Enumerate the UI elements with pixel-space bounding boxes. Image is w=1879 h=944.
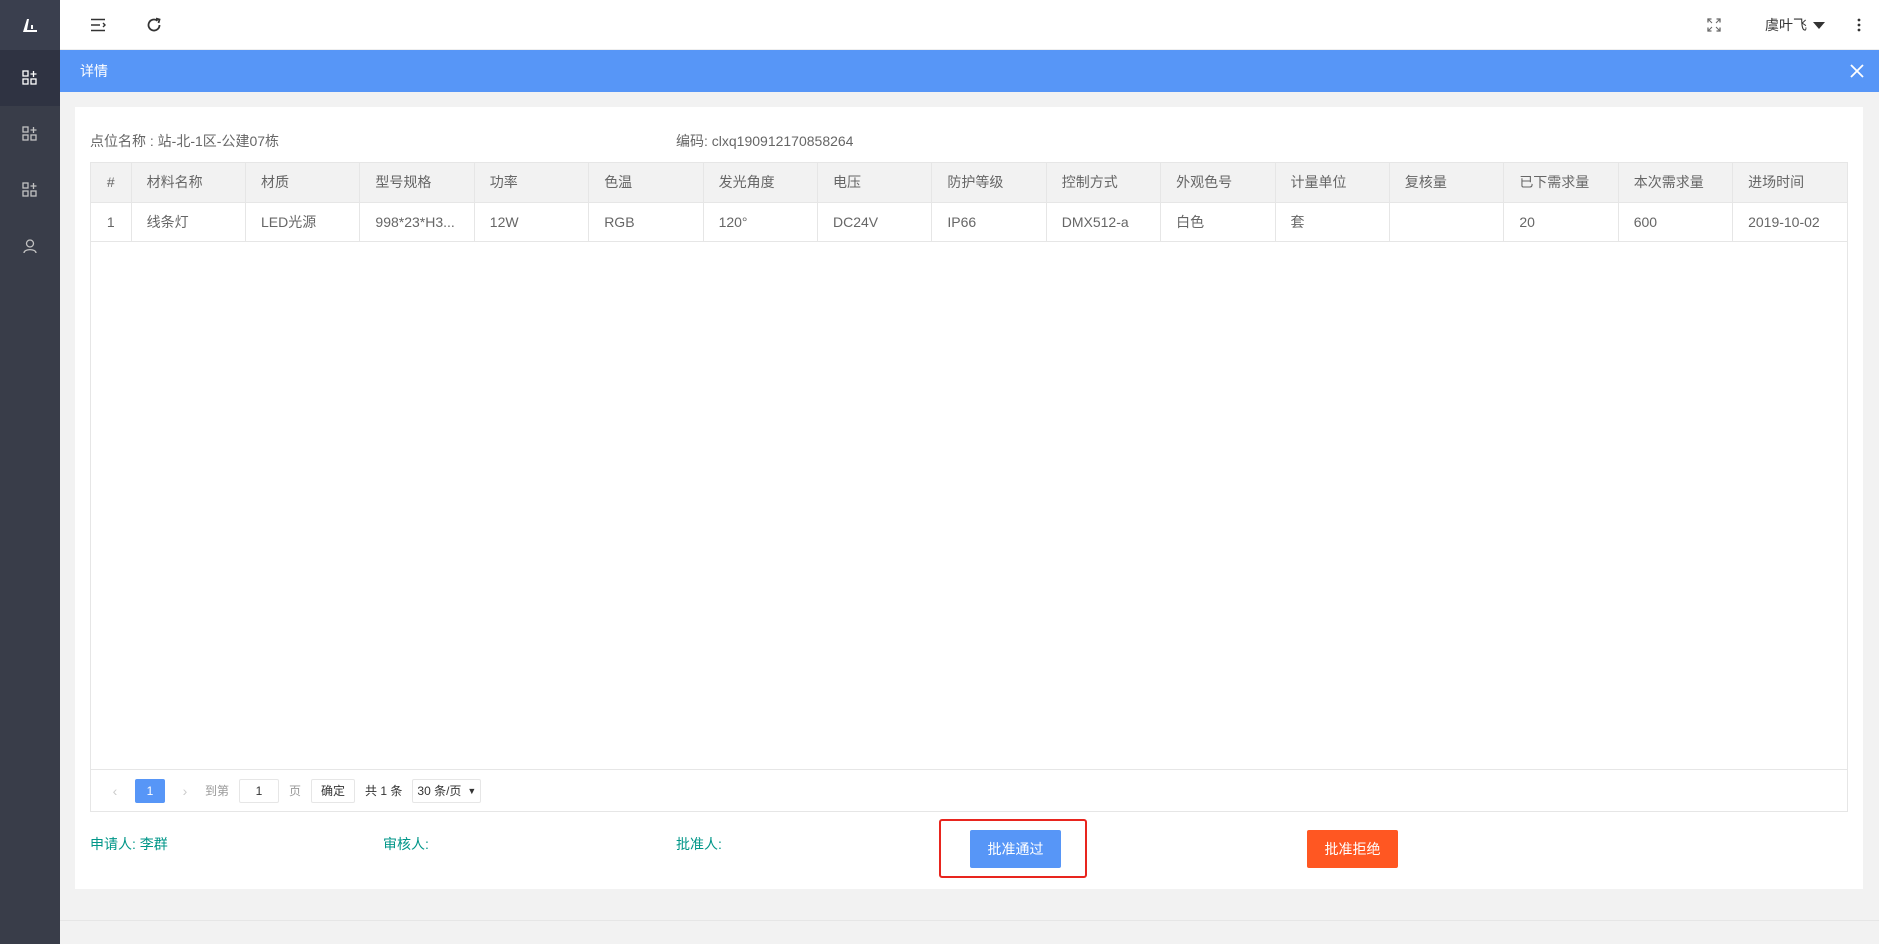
table-cell bbox=[1389, 202, 1505, 242]
col-header[interactable]: 发光角度 bbox=[703, 163, 818, 203]
col-header[interactable]: 进场时间 bbox=[1732, 163, 1847, 203]
col-header[interactable]: 功率 bbox=[474, 163, 590, 203]
grid-plus-icon bbox=[22, 70, 37, 85]
more-button[interactable] bbox=[1839, 0, 1879, 50]
col-header[interactable]: 本次需求量 bbox=[1618, 163, 1734, 203]
table-cell: 998*23*H3... bbox=[359, 202, 475, 242]
material-table: # 材料名称 材质 型号规格 功率 色温 发光角度 电压 防护等级 控制方式 外… bbox=[90, 162, 1848, 812]
table-cell: DMX512-a bbox=[1046, 202, 1162, 242]
col-header[interactable]: 控制方式 bbox=[1046, 163, 1162, 203]
reject-button[interactable]: 批准拒绝 bbox=[1307, 830, 1398, 868]
table-cell: 600 bbox=[1618, 202, 1734, 242]
chevron-down-icon bbox=[1813, 21, 1825, 29]
reviewer-label: 审核人: bbox=[383, 836, 429, 852]
dialog-title: 详情 bbox=[80, 63, 108, 79]
location-name: 点位名称 : 站-北-1区-公建07栋 bbox=[90, 133, 280, 149]
material-code: 编码: clxq190912170858264 bbox=[676, 133, 854, 149]
table-cell: 2019-10-02 bbox=[1732, 202, 1847, 242]
table-cell: 白色 bbox=[1160, 202, 1276, 242]
col-header[interactable]: 防护等级 bbox=[931, 163, 1047, 203]
user-menu[interactable]: 虞叶飞 bbox=[1765, 0, 1825, 50]
more-vertical-icon bbox=[1857, 18, 1861, 32]
page-size-value: 30 条/页 bbox=[417, 784, 462, 798]
user-name: 虞叶飞 bbox=[1765, 17, 1807, 33]
total-count: 共 1 条 bbox=[365, 784, 403, 798]
col-header[interactable]: 已下需求量 bbox=[1503, 163, 1619, 203]
sidebar-item-3[interactable] bbox=[0, 162, 60, 218]
dialog-title-bar: 详情 bbox=[60, 50, 1879, 92]
table-cell: 线条灯 bbox=[131, 202, 247, 242]
fullscreen-icon bbox=[1707, 18, 1721, 32]
table-header-row: # 材料名称 材质 型号规格 功率 色温 发光角度 电压 防护等级 控制方式 外… bbox=[91, 163, 1847, 203]
grid-plus-icon bbox=[22, 126, 37, 141]
col-header[interactable]: 计量单位 bbox=[1275, 163, 1390, 203]
top-header: 虞叶飞 bbox=[60, 0, 1879, 50]
table-row[interactable]: 1 线条灯 LED光源 998*23*H3... 12W RGB 120° DC… bbox=[91, 202, 1847, 242]
menu-fold-icon bbox=[91, 18, 106, 32]
applicant-label: 申请人: 李群 bbox=[90, 836, 168, 852]
table-cell: RGB bbox=[588, 202, 704, 242]
col-header[interactable]: # bbox=[91, 163, 132, 203]
table-cell: 120° bbox=[703, 202, 818, 242]
sidebar-item-user[interactable] bbox=[0, 218, 60, 274]
refresh-icon bbox=[147, 17, 161, 32]
table-cell: 12W bbox=[474, 202, 590, 242]
close-icon[interactable] bbox=[1849, 63, 1865, 79]
col-header[interactable]: 材料名称 bbox=[131, 163, 247, 203]
detail-card: 点位名称 : 站-北-1区-公建07栋 编码: clxq190912170858… bbox=[75, 107, 1863, 889]
approve-button[interactable]: 批准通过 bbox=[970, 830, 1061, 868]
col-header[interactable]: 色温 bbox=[588, 163, 704, 203]
col-header[interactable]: 型号规格 bbox=[359, 163, 475, 203]
approver-label: 批准人: bbox=[676, 836, 722, 852]
page-current[interactable]: 1 bbox=[135, 778, 165, 803]
prev-page-icon[interactable]: ‹ bbox=[103, 779, 127, 803]
col-header[interactable]: 电压 bbox=[817, 163, 933, 203]
table-cell: 1 bbox=[91, 202, 132, 242]
logo[interactable] bbox=[0, 0, 60, 50]
logo-icon bbox=[23, 19, 37, 32]
col-header[interactable]: 外观色号 bbox=[1160, 163, 1276, 203]
menu-toggle-button[interactable] bbox=[78, 0, 118, 50]
pagination: ‹ 1 › 到第 页 确定 共 1 条 30 条/页 ▼ bbox=[91, 769, 1847, 811]
table-cell: 20 bbox=[1503, 202, 1619, 242]
page-confirm-button[interactable]: 确定 bbox=[311, 778, 356, 803]
refresh-button[interactable] bbox=[134, 0, 174, 50]
dropdown-arrow-icon: ▼ bbox=[467, 785, 477, 796]
page-size-select[interactable]: 30 条/页 ▼ bbox=[412, 778, 482, 803]
table-cell: LED光源 bbox=[245, 202, 361, 242]
table-cell: DC24V bbox=[817, 202, 933, 242]
user-icon bbox=[23, 239, 37, 254]
next-page-icon[interactable]: › bbox=[173, 779, 197, 803]
goto-label: 到第 bbox=[205, 784, 230, 798]
page-unit-label: 页 bbox=[289, 784, 302, 798]
table-cell: 套 bbox=[1275, 202, 1390, 242]
sidebar-item-dashboard[interactable] bbox=[0, 50, 60, 106]
fullscreen-button[interactable] bbox=[1694, 0, 1734, 50]
col-header[interactable]: 材质 bbox=[245, 163, 361, 203]
sidebar bbox=[0, 0, 60, 944]
col-header[interactable]: 复核量 bbox=[1389, 163, 1505, 203]
grid-plus-icon bbox=[22, 182, 37, 197]
table-cell: IP66 bbox=[931, 202, 1047, 242]
page-jump-input[interactable] bbox=[239, 778, 280, 803]
sidebar-item-2[interactable] bbox=[0, 106, 60, 162]
bottom-strip bbox=[60, 920, 1879, 944]
